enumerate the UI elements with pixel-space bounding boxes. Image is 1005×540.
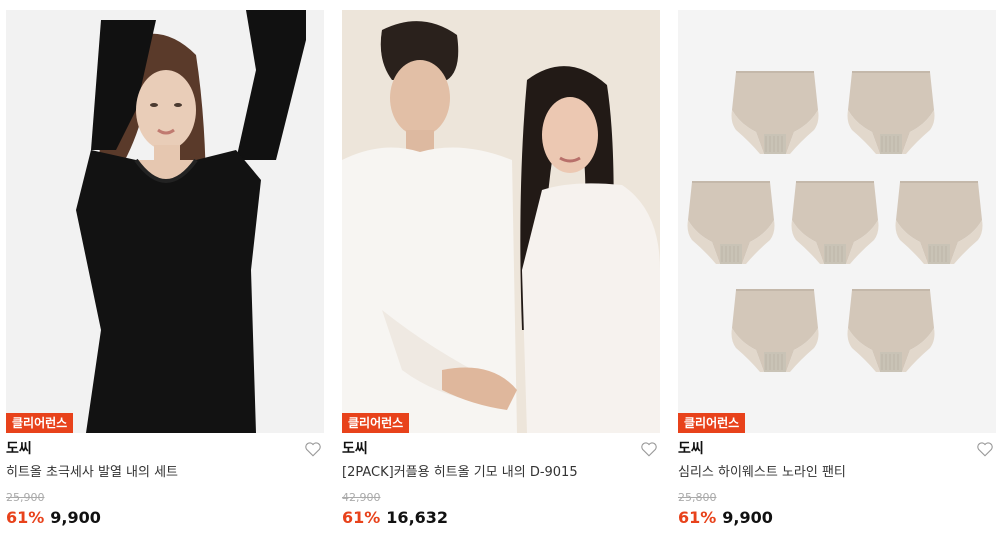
- product-title[interactable]: 심리스 하이웨스트 노라인 팬티: [678, 463, 996, 483]
- discount-rate: 61%: [6, 508, 45, 527]
- product-card[interactable]: 클리어런스 도씨 심리스 하이웨스트 노라인 팬티 25,800 61% 9,90…: [678, 10, 996, 528]
- price-row: 61% 9,900: [678, 508, 996, 528]
- heart-icon[interactable]: [640, 440, 658, 458]
- sale-price: 9,900: [50, 508, 101, 527]
- product-title[interactable]: 히트올 초극세사 발열 내의 세트: [6, 463, 324, 483]
- clearance-badge: 클리어런스: [678, 413, 746, 433]
- brand-name: 도씨: [6, 441, 32, 457]
- brand-name: 도씨: [678, 441, 704, 457]
- price-row: 61% 9,900: [6, 508, 324, 528]
- heart-icon[interactable]: [976, 440, 994, 458]
- product-image[interactable]: 클리어런스: [678, 10, 996, 433]
- brand-row: 도씨: [342, 439, 660, 459]
- original-price: 42,900: [342, 491, 381, 504]
- clearance-badge: 클리어런스: [342, 413, 410, 433]
- discount-rate: 61%: [678, 508, 717, 527]
- price-row: 61% 16,632: [342, 508, 660, 528]
- original-price: 25,800: [678, 491, 717, 504]
- product-image[interactable]: 클리어런스: [342, 10, 660, 433]
- product-title[interactable]: [2PACK]커플용 히트올 기모 내의 D-9015: [342, 463, 660, 483]
- beige-panties-grid-photo: [678, 10, 996, 433]
- clearance-badge: 클리어런스: [6, 413, 74, 433]
- sale-price: 9,900: [722, 508, 773, 527]
- product-image[interactable]: 클리어런스: [6, 10, 324, 433]
- heart-icon[interactable]: [304, 440, 322, 458]
- product-card[interactable]: 클리어런스 도씨 히트올 초극세사 발열 내의 세트 25,900 61% 9,9…: [6, 10, 324, 528]
- product-card[interactable]: 클리어런스 도씨 [2PACK]커플용 히트올 기모 내의 D-9015 42,…: [342, 10, 660, 528]
- brand-row: 도씨: [6, 439, 324, 459]
- couple-white-thermal-photo: [342, 10, 660, 433]
- woman-black-thermal-top-photo: [6, 10, 324, 433]
- original-price: 25,900: [6, 491, 45, 504]
- sale-price: 16,632: [386, 508, 449, 527]
- brand-row: 도씨: [678, 439, 996, 459]
- discount-rate: 61%: [342, 508, 381, 527]
- brand-name: 도씨: [342, 441, 368, 457]
